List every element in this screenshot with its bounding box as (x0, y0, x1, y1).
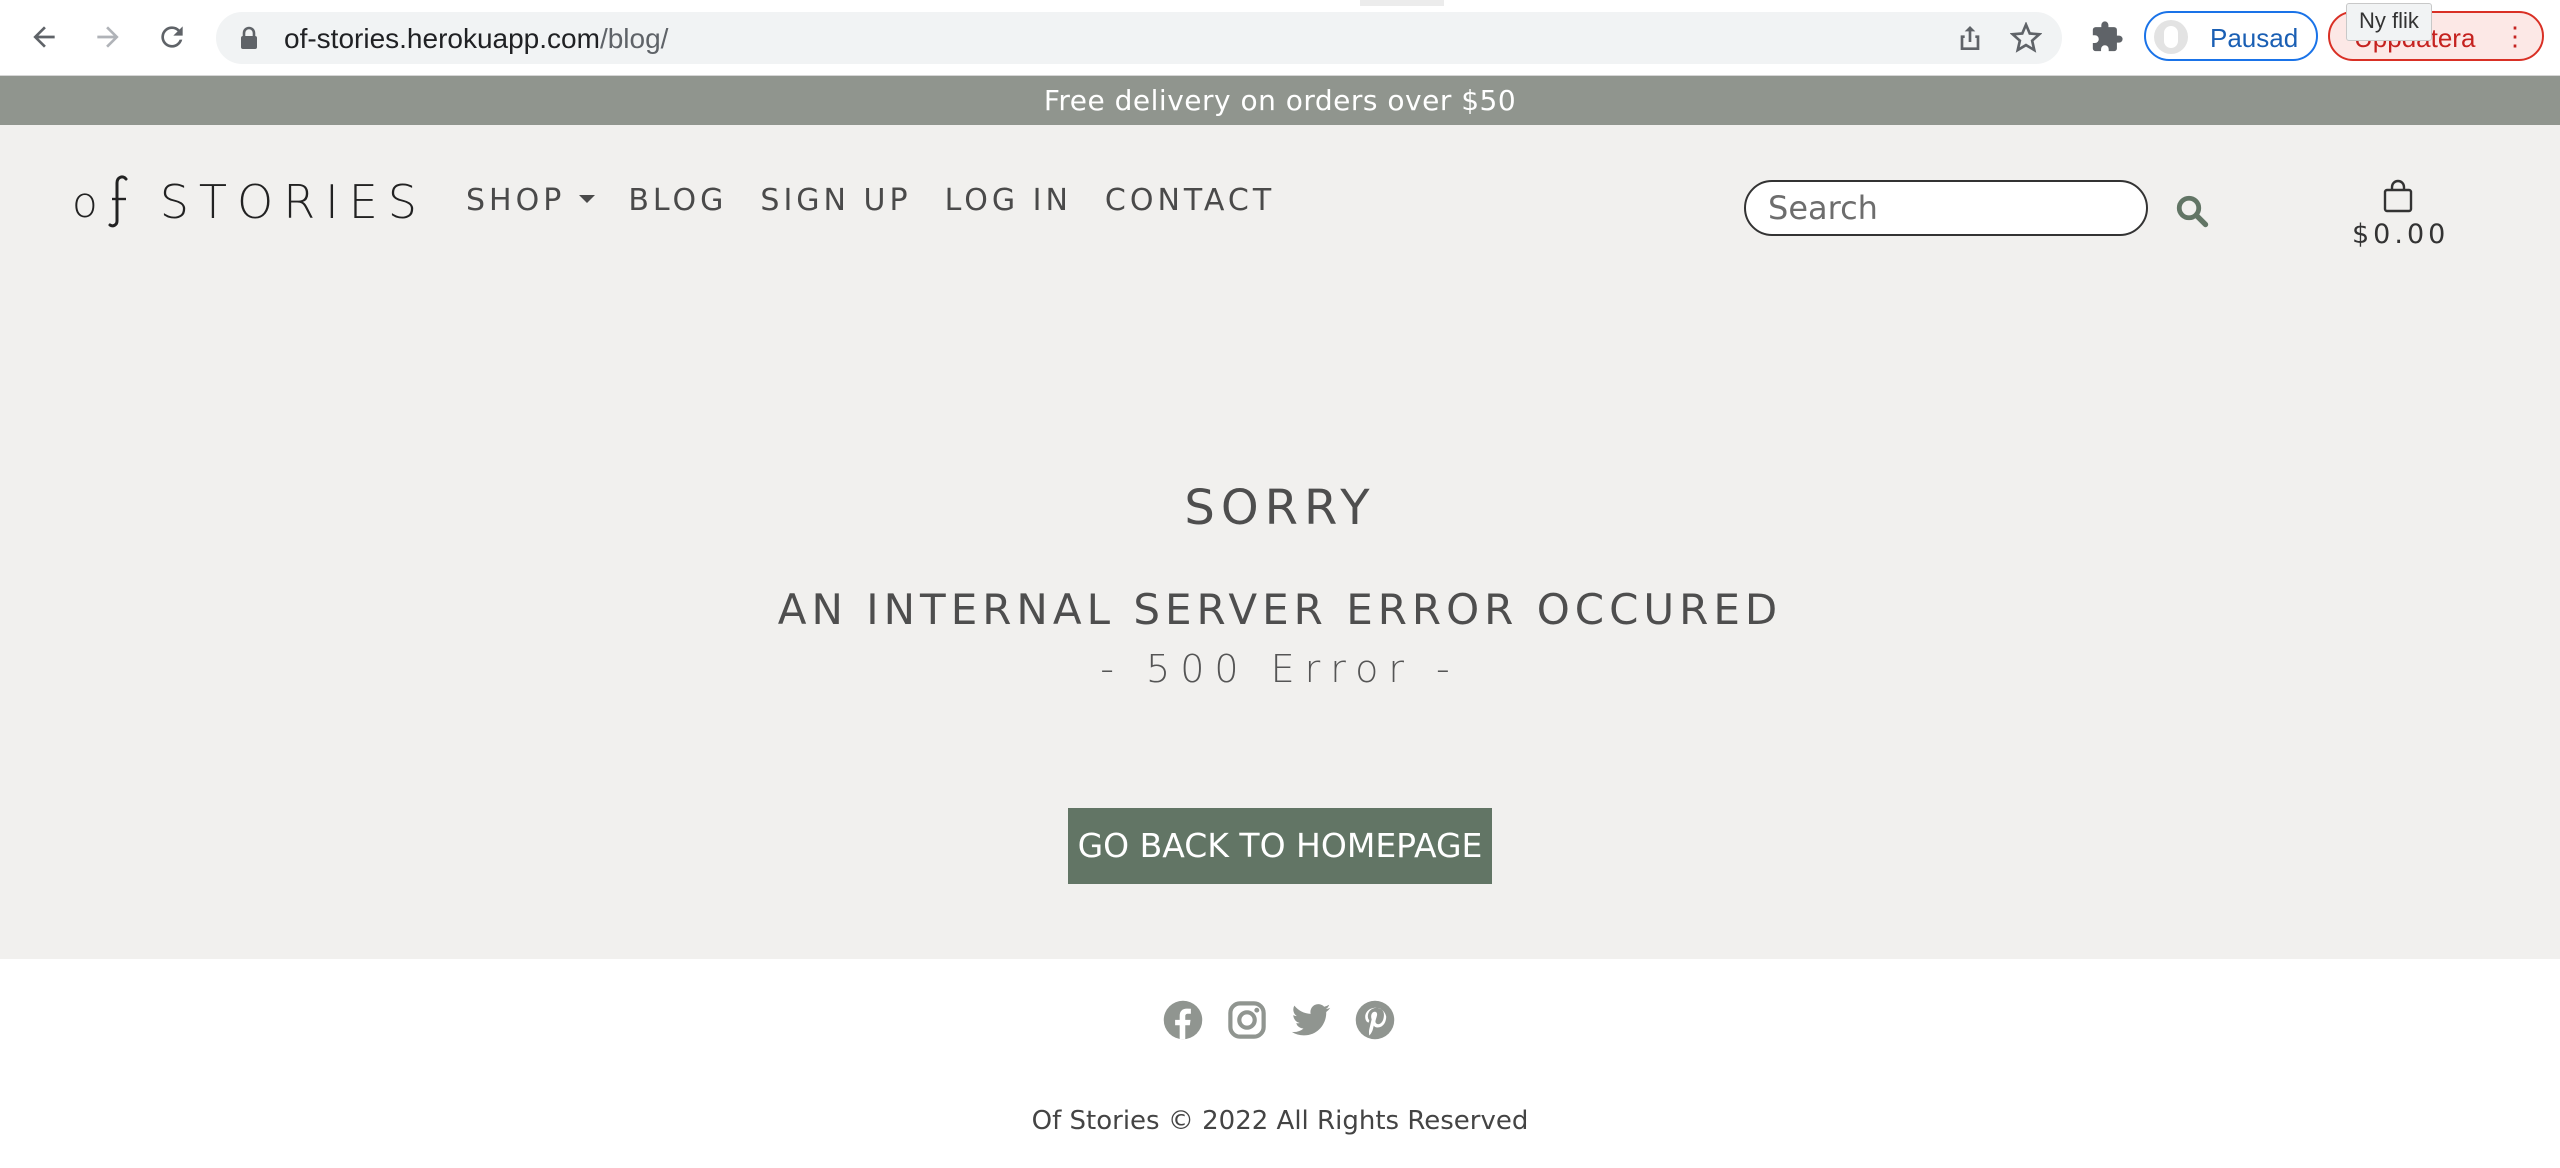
nav-shop-label: SHOP (466, 183, 566, 218)
error-message: AN INTERNAL SERVER ERROR OCCURED (777, 585, 1783, 634)
new-tab-tooltip: Ny flik (2346, 3, 2432, 41)
profile-label: Pausad (2210, 23, 2299, 53)
kebab-menu-icon: ⋮ (2502, 21, 2528, 51)
site-logo[interactable]: o STORIES (72, 175, 427, 229)
error-title: SORRY (1184, 480, 1376, 536)
url-text[interactable]: of-stories.herokuapp.com/blog/ (284, 23, 668, 55)
active-tab-indicator (1360, 0, 1444, 6)
facebook-icon[interactable] (1162, 999, 1204, 1041)
extensions-icon[interactable] (2090, 20, 2124, 54)
chevron-down-icon (579, 194, 596, 203)
reload-button[interactable] (152, 17, 192, 57)
search-input[interactable] (1744, 180, 2148, 236)
forward-icon (97, 26, 119, 48)
back-button[interactable] (24, 17, 64, 57)
nav-blog[interactable]: BLOG (628, 183, 727, 218)
site-main: o STORIES SHOP BLOG SIGN UP LOG IN CONTA… (0, 125, 2560, 959)
profile-button[interactable]: Pausad (2144, 11, 2318, 61)
logo-o: o (72, 177, 98, 227)
reload-icon (161, 26, 183, 48)
announcement-bar: Free delivery on orders over $50 (0, 76, 2560, 125)
twitter-icon[interactable] (1290, 999, 1332, 1041)
go-back-homepage-button[interactable]: GO BACK TO HOMEPAGE (1068, 808, 1492, 884)
instagram-icon[interactable] (1226, 999, 1268, 1041)
browser-toolbar: of-stories.herokuapp.com/blog/ Pausad Up… (0, 0, 2560, 76)
avatar (2154, 20, 2188, 54)
main-nav: SHOP BLOG SIGN UP LOG IN CONTACT (466, 183, 1308, 218)
nav-signup[interactable]: SIGN UP (760, 183, 911, 218)
shopping-bag-icon[interactable] (2382, 179, 2414, 213)
nav-contact[interactable]: CONTACT (1105, 183, 1275, 218)
back-icon (33, 26, 55, 48)
search-icon[interactable] (2174, 193, 2210, 229)
error-code: - 500 Error - (1100, 647, 1460, 691)
site-footer: Of Stories © 2022 All Rights Reserved (0, 959, 2560, 1168)
lock-icon[interactable] (238, 26, 260, 50)
copyright-text: Of Stories © 2022 All Rights Reserved (1031, 1106, 1529, 1136)
nav-shop[interactable]: SHOP (466, 183, 596, 218)
forward-button[interactable] (88, 17, 128, 57)
cart-total[interactable]: $0.00 (2352, 219, 2449, 250)
address-bar[interactable]: of-stories.herokuapp.com/blog/ (216, 12, 2062, 64)
logo-wordmark: STORIES (159, 175, 427, 229)
nav-login[interactable]: LOG IN (945, 183, 1072, 218)
logo-hook-icon (108, 175, 128, 228)
star-icon[interactable] (2010, 22, 2042, 54)
pinterest-icon[interactable] (1354, 999, 1396, 1041)
share-icon[interactable] (1954, 22, 1986, 54)
social-links (1162, 999, 1418, 1041)
